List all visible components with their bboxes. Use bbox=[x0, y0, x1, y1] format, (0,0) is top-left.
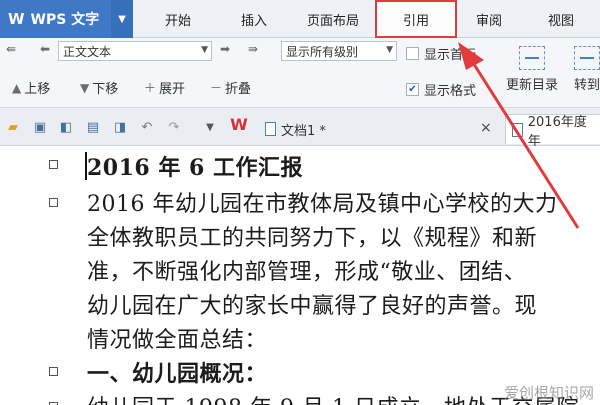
document-canvas[interactable]: 2016 年 6 工作汇报 2016 年幼儿园在市教体局及镇中心学校的大力 全体… bbox=[0, 146, 600, 405]
plus-icon: ＋ bbox=[144, 81, 157, 95]
move-down-label: 下移 bbox=[92, 82, 119, 97]
promote-button[interactable]: ⬅ bbox=[40, 42, 53, 56]
collapse-label: 折叠 bbox=[225, 82, 252, 97]
paragraph-line: 幼儿园在广大的家长中赢得了良好的声誉。现 bbox=[87, 294, 538, 319]
goto-label: 转到 bbox=[574, 78, 600, 93]
show-format-checkbox[interactable]: ✔ 显示格式 bbox=[406, 80, 476, 99]
move-up-label: 上移 bbox=[24, 82, 51, 97]
expand-label: 展开 bbox=[159, 82, 186, 97]
document-icon bbox=[265, 122, 276, 136]
triangle-down-icon: ▼ bbox=[80, 80, 90, 95]
export-pdf-icon[interactable]: ◧ bbox=[59, 121, 73, 135]
demote-button[interactable]: ➡ bbox=[220, 42, 233, 56]
paragraph-line: 2016 年幼儿园在市教体局及镇中心学校的大力 bbox=[87, 192, 558, 217]
print-icon[interactable]: ▤ bbox=[86, 121, 100, 135]
demote-to-body-button[interactable]: ⇛ bbox=[248, 42, 261, 56]
outline-bullet[interactable] bbox=[49, 160, 58, 169]
open-folder-icon[interactable]: ▰ bbox=[6, 121, 20, 135]
show-first-line-label: 显示首行 bbox=[424, 48, 477, 63]
document-heading: 2016 年 6 工作汇报 bbox=[87, 155, 304, 181]
outline-bullet[interactable] bbox=[49, 367, 58, 376]
wps-logo-icon: W bbox=[8, 10, 25, 28]
doc-tab-1[interactable]: 文档1 * bbox=[265, 114, 326, 144]
paragraph-line: 准，不断强化内部管理，形成“敬业、团结、 bbox=[87, 260, 527, 285]
double-arrow-right-icon: ⇛ bbox=[248, 42, 259, 56]
tab-home[interactable]: 开始 bbox=[140, 0, 216, 38]
paragraph-line: 全体教职员工的共同努力下，以《规程》和新 bbox=[87, 226, 538, 251]
arrow-right-icon: ➡ bbox=[220, 42, 231, 56]
chevron-down-icon: ▼ bbox=[386, 45, 393, 55]
update-toc-icon bbox=[519, 46, 545, 70]
triangle-up-icon: ▲ bbox=[12, 80, 22, 95]
checkbox-unchecked-icon bbox=[406, 47, 419, 60]
checkbox-checked-icon: ✔ bbox=[406, 83, 419, 96]
document-icon bbox=[512, 122, 523, 137]
undo-icon[interactable]: ↶ bbox=[140, 121, 154, 135]
redo-icon[interactable]: ↷ bbox=[167, 121, 181, 135]
outline-style-value: 正文文本 bbox=[63, 44, 112, 59]
minus-icon: － bbox=[210, 81, 223, 95]
show-first-line-checkbox[interactable]: 显示首行 bbox=[406, 44, 476, 63]
chevron-down-icon: ▼ bbox=[201, 45, 208, 55]
wps-logo-icon[interactable]: W bbox=[229, 117, 249, 136]
print-preview-icon[interactable]: ◨ bbox=[113, 121, 127, 135]
close-tab-icon[interactable]: × bbox=[480, 120, 492, 136]
update-toc-label: 更新目录 bbox=[506, 78, 559, 93]
save-icon[interactable]: ▣ bbox=[33, 121, 47, 135]
update-toc-button[interactable]: 更新目录 bbox=[506, 46, 558, 93]
promote-to-heading-button[interactable]: ⇚ bbox=[6, 42, 19, 56]
section-heading: 一、幼儿园概况： bbox=[87, 361, 268, 387]
paragraph-line: 情况做全面总结： bbox=[87, 328, 268, 353]
outline-style-select[interactable]: 正文文本 ▼ bbox=[58, 41, 212, 61]
app-title: WPS 文字 bbox=[30, 12, 100, 28]
ribbon: ⇚ ⬅ 正文文本 ▼ ➡ ⇛ 显示所有级别 ▼ 显示首行 ▲ 上移 ▼ 下移 ＋展开… bbox=[0, 38, 600, 108]
doc-tab-1-label: 文档1 * bbox=[281, 123, 326, 139]
show-format-label: 显示格式 bbox=[424, 84, 477, 99]
menu-bar: W WPS 文字 ▼ 开始 插入 页面布局 引用 审阅 视图 bbox=[0, 0, 600, 38]
chevron-down-icon[interactable]: ▼ bbox=[111, 0, 133, 38]
doc-tab-2-label: 2016年度年 bbox=[527, 114, 587, 149]
tab-references[interactable]: 引用 bbox=[375, 0, 457, 38]
double-arrow-left-icon: ⇚ bbox=[6, 42, 17, 56]
arrow-left-icon: ⬅ bbox=[40, 42, 51, 56]
move-down-button[interactable]: ▼ 下移 bbox=[80, 78, 119, 98]
tab-page-layout[interactable]: 页面布局 bbox=[292, 0, 374, 38]
collapse-button[interactable]: －折叠 bbox=[210, 78, 251, 97]
app-menu-button[interactable]: W WPS 文字 ▼ bbox=[0, 0, 133, 38]
watermark: 爱创根知识网 bbox=[503, 384, 594, 402]
show-level-select[interactable]: 显示所有级别 ▼ bbox=[281, 41, 397, 61]
move-up-button[interactable]: ▲ 上移 bbox=[12, 78, 51, 98]
tab-insert[interactable]: 插入 bbox=[216, 0, 292, 38]
goto-icon bbox=[574, 46, 600, 70]
show-level-value: 显示所有级别 bbox=[286, 44, 359, 59]
chevron-down-icon[interactable]: ▼ bbox=[203, 121, 217, 135]
tab-view[interactable]: 视图 bbox=[530, 0, 592, 38]
quick-access-bar: ▰ ▣ ◧ ▤ ◨ ↶ ↷ ▼ W 文档1 * × 2016年度年 bbox=[0, 108, 600, 149]
expand-button[interactable]: ＋展开 bbox=[144, 78, 185, 97]
outline-bullet[interactable] bbox=[49, 198, 58, 207]
goto-button[interactable]: 转到 bbox=[574, 46, 600, 93]
doc-tab-2[interactable]: 2016年度年 bbox=[505, 114, 600, 149]
tab-review[interactable]: 审阅 bbox=[458, 0, 520, 38]
